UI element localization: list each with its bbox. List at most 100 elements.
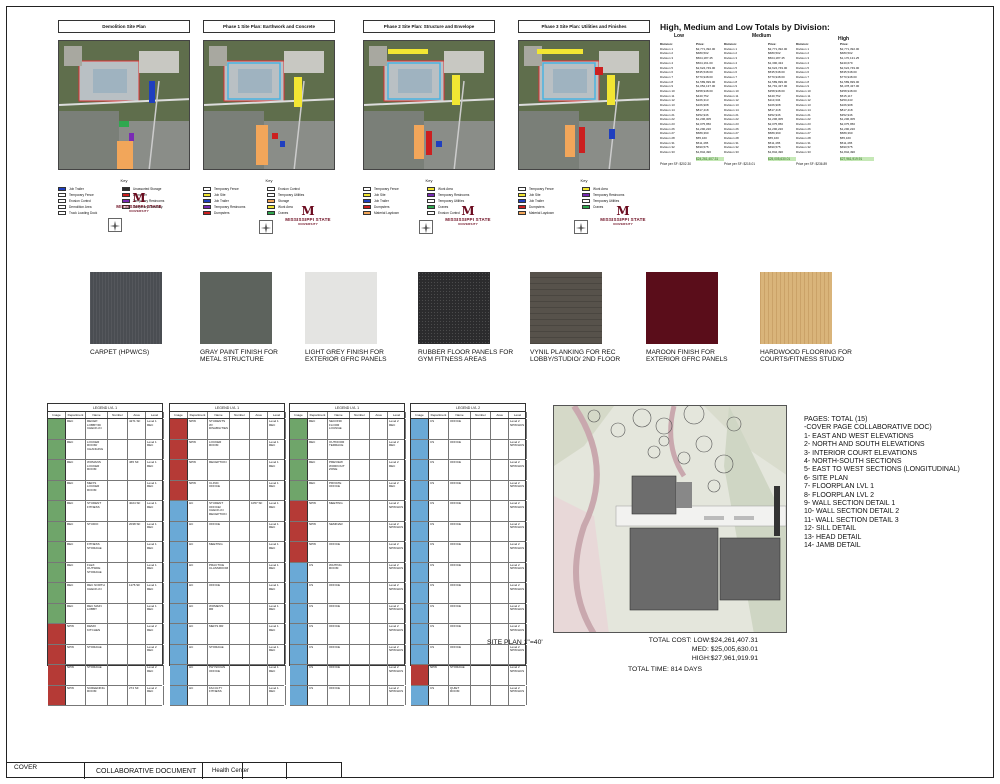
legend-cell-dept: REC [66,501,86,521]
legend-cell-num [108,665,128,685]
legend-label: Dumpsters [374,205,390,209]
legend-swatch [363,187,371,191]
finish-label: VYNIL PLANKING FOR REC LOBBY/STUDIO/ 2ND… [530,349,621,364]
legend-row: REC OUTDOOR TERRACE Level 2 REC [290,439,406,460]
legend-row: REC STUDIO 2038 SF Level 1 REC [48,521,164,542]
legend-cell-name: SEMINAR [328,521,350,541]
legend-cell-name: LOCKER ROOM/ CHANGING [86,439,108,459]
room-color-swatch [290,603,308,623]
legend-swatch [518,205,526,209]
site-plan-title: Demolition Site Plan [58,20,190,33]
legend-cell-level: Level 2 NPW/HCS [509,501,527,521]
legend-row: REC PREVIEW WORKOUT ZONE Level 2 REC [290,460,406,481]
total-cost-high: HIGH:$27,961,919.91 [691,655,758,662]
legend-column-header: Image [411,412,429,418]
legend-cell-area: 465 SF [128,460,146,480]
room-color-swatch [411,439,429,459]
legend-cell-area [491,419,509,439]
legend-cell-name: STORAGE [208,644,230,664]
legend-cell-dept: CS [429,583,449,603]
legend-cell-level: Level 2 NPW/HCS [388,501,406,521]
legend-cell-level: Level 1 REC [146,583,164,603]
legend-swatch [518,187,526,191]
legend-cell-level: Level 2 REC [388,419,406,439]
legend-cell-area [491,562,509,582]
site-plan-legend: Key Temporary Fence Job Site Job Trailer Dum… [363,178,495,215]
room-color-swatch [290,624,308,644]
legend-swatch [58,199,66,203]
legend-row: NPW SEMINAR Level 2 NPW/HCS [290,521,406,542]
legend-cell-area [491,644,509,664]
room-color-swatch [170,439,188,459]
room-color-swatch [411,665,429,685]
legend-label: Temporary Restrooms [438,193,470,197]
legend-cell-num [230,501,250,521]
legend-cell-name: RECEP. LOBBY/ID CHECK-IN [86,419,108,439]
legend-cell-level: Level 1 REC [268,665,286,685]
legend-cell-level: Level 1 REC [146,521,164,541]
legend-cell-num [471,603,491,623]
legend-cell-dept: CS [308,624,328,644]
page-list-item: 9- WALL SECTION DETAIL 1 [804,500,896,508]
legend-cell-name: STUDENT OFFICE/ CHECK-IN RECEPTION [208,501,230,521]
legend-row: HC WOMEN'S RR Level 1 REC [170,603,286,624]
logo-mark: M [132,191,146,205]
room-color-swatch [411,685,429,705]
msu-logo: M MISSISSIPPI STATE UNIVERSITY [443,205,493,227]
legend-cell-name: MEETING [208,542,230,562]
legend-row: HC STUDENT OFFICE/ CHECK-IN RECEPTION 1057… [170,501,286,522]
finish-label: LIGHT GREY FINISH FOR EXTERIOR GFRC PANE… [305,349,387,364]
legend-cell-level: Level 2 NPW/HCS [509,460,527,480]
legend-label: Job Trailer [214,199,229,203]
legend-row: NPW CLINIC OFFICE Level 1 REC [170,480,286,501]
room-color-swatch [411,583,429,603]
legend-row: CS QUIET ROOM Level 2 NPW/HCS [411,685,527,706]
legend-cell-level: Level 1 REC [268,685,286,705]
legend-cell-name: STORAGE [449,665,471,685]
legend-cell-num [350,685,370,705]
legend-cell-dept: CS [308,583,328,603]
legend-row: NPW LOCKER ROOM Level 1 REC [170,439,286,460]
legend-swatch [267,205,275,209]
legend-cell-num [471,501,491,521]
room-color-swatch [48,460,66,480]
legend-cell-area [128,439,146,459]
site-plan-legend: Key Temporary Fence Job Site Job Trailer Tem… [203,178,335,215]
legend-label: Erosion Control [278,187,300,191]
room-color-swatch [290,665,308,685]
total-costs: TOTAL COST: LOW:$24,261,407.31 MED: $25,… [624,636,758,663]
legend-column-header: Number [471,412,491,418]
title-block-divider [286,763,287,779]
room-color-swatch [48,501,66,521]
room-color-swatch [290,460,308,480]
legend-cell-dept: CS [429,439,449,459]
cost-per-sf-low: Price per SF: $202.30 [660,161,692,166]
legend-cell-level: Level 1 REC [268,439,286,459]
legend-cell-dept: HC [188,542,208,562]
logo-subtext: UNIVERSITY [297,222,318,226]
legend-cell-name: RECEPTION [208,460,230,480]
legend-cell-dept: CS [429,480,449,500]
legend-swatch [582,187,590,191]
legend-cell-name: OFFICE [449,419,471,439]
legend-cell-level: Level 2 NPW/HCS [509,439,527,459]
legend-cell-level: Level 2 NPW/HCS [509,644,527,664]
legend-cell-num [350,562,370,582]
legend-cell-name: LOCKER ROOM [208,439,230,459]
legend-cell-dept: HC [188,644,208,664]
room-color-swatch [48,644,66,664]
legend-cell-num [230,521,250,541]
page-list-item: 10- WALL SECTION DETAIL 2 [804,508,900,516]
legend-swatch [582,193,590,197]
legend-cell-area [491,501,509,521]
legend-item: Material Laydown [363,210,425,216]
legend-cell-name: OFFICE [449,542,471,562]
page-list-item: 6- SITE PLAN [804,474,848,482]
legend-cell-level: Level 2 NPW/HCS [388,521,406,541]
legend-cell-area [370,460,388,480]
legend-row: NPW STORAGE Level 2 NPW/HCS [411,665,527,686]
legend-cell-dept: HC [188,665,208,685]
aerial-photo [59,41,189,169]
legend-row: REC FITNESS STORAGE Level 1 REC [48,542,164,563]
legend-cell-dept: CS [429,562,449,582]
